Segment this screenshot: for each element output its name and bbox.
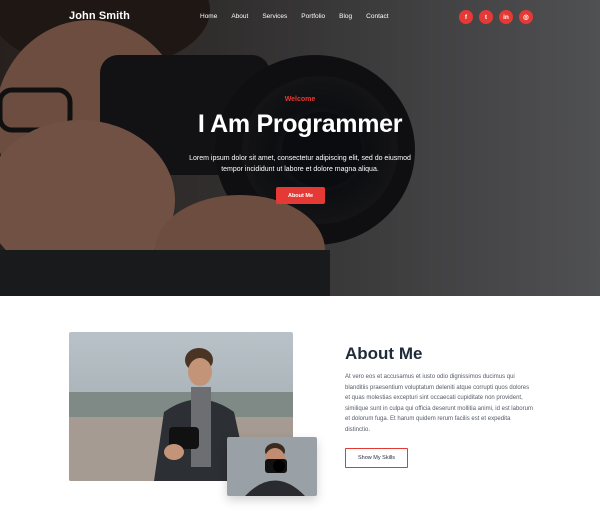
nav-item-home[interactable]: Home <box>200 13 217 20</box>
nav-item-blog[interactable]: Blog <box>339 13 352 20</box>
about-paragraph: At vero eos et accusamus et iusto odio d… <box>345 374 533 433</box>
linkedin-icon[interactable]: in <box>499 10 513 24</box>
hero-overlay <box>0 0 600 296</box>
hero-welcome: Welcome <box>284 96 316 103</box>
navbar: John Smith Home About Services Portfolio… <box>0 0 600 36</box>
show-skills-button[interactable]: Show My Skills <box>345 448 408 468</box>
instagram-icon[interactable]: ◎ <box>519 10 533 24</box>
nav-item-about[interactable]: About <box>231 13 248 20</box>
twitter-icon[interactable]: t <box>479 10 493 24</box>
about-photo-inset <box>227 437 317 496</box>
brand-logo[interactable]: John Smith <box>69 10 130 22</box>
about-title: About Me <box>345 344 423 363</box>
nav-item-services[interactable]: Services <box>262 13 287 20</box>
facebook-icon[interactable]: f <box>459 10 473 24</box>
hero-title: I Am Programmer <box>197 110 403 138</box>
nav-item-contact[interactable]: Contact <box>366 13 388 20</box>
nav-item-portfolio[interactable]: Portfolio <box>301 13 325 20</box>
hero-subtitle: Lorem ipsum dolor sit amet, consectetur … <box>189 155 411 173</box>
hero-section: John Smith Home About Services Portfolio… <box>0 0 600 296</box>
about-me-button[interactable]: About Me <box>276 187 325 204</box>
social-links: f t in ◎ <box>459 10 533 24</box>
about-section: About Me At vero eos et accusamus et ius… <box>0 296 600 518</box>
nav-menu: Home About Services Portfolio Blog Conta… <box>200 13 403 20</box>
